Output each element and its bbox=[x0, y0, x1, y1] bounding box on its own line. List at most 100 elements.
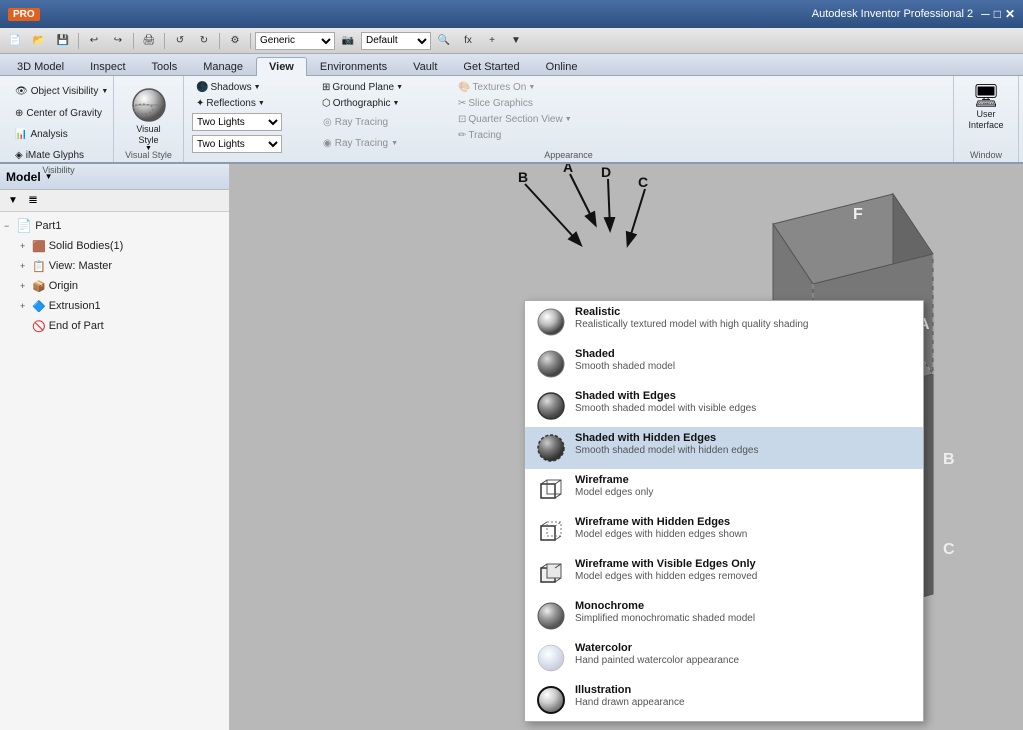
tree-item-solidbodies[interactable]: + 🟫 Solid Bodies(1) bbox=[0, 236, 229, 256]
menu-item-watercolor[interactable]: WatercolorHand painted watercolor appear… bbox=[525, 637, 923, 679]
svg-text:C: C bbox=[943, 541, 955, 558]
qa-redo2-button[interactable]: ↻ bbox=[193, 31, 215, 51]
reflections-dd-icon: ▼ bbox=[258, 100, 265, 107]
menu-title-monochrome: Monochrome bbox=[575, 600, 755, 612]
new-button[interactable]: 📄 bbox=[4, 31, 26, 51]
textures-on-button[interactable]: 🎨 Textures On ▼ bbox=[454, 80, 614, 95]
visual-style-button[interactable]: Visual Style ▼ bbox=[125, 83, 173, 156]
ground-plane-button[interactable]: ⊞ Ground Plane ▼ bbox=[318, 80, 448, 95]
settings-button[interactable]: ⚙ bbox=[224, 31, 246, 51]
menu-icon-monochrome bbox=[535, 600, 567, 632]
tab-manage[interactable]: Manage bbox=[190, 57, 256, 76]
close-btn[interactable]: ✕ bbox=[1005, 7, 1015, 21]
menu-desc-wireframe-hidden: Model edges with hidden edges shown bbox=[575, 529, 747, 540]
menu-title-watercolor: Watercolor bbox=[575, 642, 739, 654]
menu-desc-shaded-edges: Smooth shaded model with visible edges bbox=[575, 403, 756, 414]
orthographic-button[interactable]: ⬡ Orthographic ▼ bbox=[318, 96, 448, 111]
generic-dropdown[interactable]: Generic bbox=[255, 32, 335, 50]
expand-part1[interactable]: − bbox=[4, 221, 16, 231]
tab-3dmodel[interactable]: 3D Model bbox=[4, 57, 77, 76]
qa-undo2-button[interactable]: ↺ bbox=[169, 31, 191, 51]
user-interface-group: 🖥 User Interface Window bbox=[954, 76, 1019, 162]
menu-desc-watercolor: Hand painted watercolor appearance bbox=[575, 655, 739, 666]
filter-button[interactable]: ▼ bbox=[4, 192, 22, 210]
arrow-button[interactable]: ▼ bbox=[505, 31, 527, 51]
imate-glyphs-button[interactable]: ◈ iMate Glyphs bbox=[10, 145, 113, 165]
plus-button[interactable]: + bbox=[481, 31, 503, 51]
menu-item-wireframe-hidden[interactable]: Wireframe with Hidden EdgesModel edges w… bbox=[525, 511, 923, 553]
expand-origin[interactable]: + bbox=[20, 281, 32, 291]
menu-title-realistic: Realistic bbox=[575, 306, 808, 318]
default-dropdown[interactable]: Default bbox=[361, 32, 431, 50]
expand-solidbodies[interactable]: + bbox=[20, 241, 32, 251]
tab-tools[interactable]: Tools bbox=[139, 57, 191, 76]
visual-style-icon bbox=[129, 86, 169, 124]
shadows-button[interactable]: 🌑 Shadows ▼ bbox=[192, 80, 312, 95]
minimize-btn[interactable]: ─ bbox=[981, 7, 990, 21]
object-visibility-button[interactable]: 👁 Object Visibility ▼ bbox=[10, 80, 113, 102]
viewmaster-icon: 📋 bbox=[32, 260, 46, 273]
menu-item-wireframe[interactable]: WireframeModel edges only bbox=[525, 469, 923, 511]
center-of-gravity-button[interactable]: ⊕ Center of Gravity bbox=[10, 103, 113, 123]
ray-tracing1-button[interactable]: ◎ Ray Tracing bbox=[318, 112, 448, 132]
pro-badge: PRO bbox=[8, 8, 40, 21]
undo-button[interactable]: ↩ bbox=[83, 31, 105, 51]
menu-item-wireframe-visible[interactable]: Wireframe with Visible Edges OnlyModel e… bbox=[525, 553, 923, 595]
analysis-button[interactable]: 📊 Analysis bbox=[10, 124, 113, 144]
cog-icon: ⊕ bbox=[15, 108, 23, 119]
menu-item-shaded-edges[interactable]: Shaded with EdgesSmooth shaded model wit… bbox=[525, 385, 923, 427]
tab-view[interactable]: View bbox=[256, 57, 307, 76]
lights1-row: Two Lights bbox=[192, 112, 312, 132]
expand-viewmaster[interactable]: + bbox=[20, 261, 32, 271]
user-interface-button[interactable]: 🖥 User Interface bbox=[962, 80, 1010, 134]
menu-icon-shaded bbox=[535, 348, 567, 380]
quarter-section-button[interactable]: ⊡ Quarter Section View ▼ bbox=[454, 112, 614, 127]
menu-item-shaded[interactable]: ShadedSmooth shaded model bbox=[525, 343, 923, 385]
lights1-dropdown[interactable]: Two Lights bbox=[192, 113, 282, 131]
tab-getstarted[interactable]: Get Started bbox=[450, 57, 532, 76]
menu-title-shaded: Shaded bbox=[575, 348, 675, 360]
svg-text:F: F bbox=[853, 206, 863, 223]
quick-access-toolbar: 📄 📂 💾 ↩ ↪ 🖨 ↺ ↻ ⚙ Generic 📷 Default 🔍 fx… bbox=[0, 28, 1023, 54]
tab-vault[interactable]: Vault bbox=[400, 57, 450, 76]
zoom-button[interactable]: 🔍 bbox=[433, 31, 455, 51]
camera-icon[interactable]: 📷 bbox=[337, 31, 359, 51]
sidebar: Model ▼ ▼ 𝌆 − 📄 Part1 + 🟫 Solid Bodies(1… bbox=[0, 164, 230, 730]
visual-style-group: Visual Style ▼ Visual Style bbox=[114, 76, 184, 162]
reflections-button[interactable]: ✦ Reflections ▼ bbox=[192, 96, 312, 111]
expand-extrusion1[interactable]: + bbox=[20, 301, 32, 311]
tab-inspect[interactable]: Inspect bbox=[77, 57, 138, 76]
sidebar-toolbar: ▼ 𝌆 bbox=[0, 190, 229, 212]
tracing-button[interactable]: ✏ Tracing bbox=[454, 128, 614, 143]
menu-title-wireframe-hidden: Wireframe with Hidden Edges bbox=[575, 516, 747, 528]
tree-item-extrusion1[interactable]: + 🔷 Extrusion1 bbox=[0, 296, 229, 316]
eye-icon: 👁 bbox=[15, 86, 28, 97]
tree-item-origin[interactable]: + 📦 Origin bbox=[0, 276, 229, 296]
redo-button[interactable]: ↪ bbox=[107, 31, 129, 51]
menu-icon-shaded-edges bbox=[535, 390, 567, 422]
menu-item-shaded-hidden-edges[interactable]: Shaded with Hidden EdgesSmooth shaded mo… bbox=[525, 427, 923, 469]
tab-online[interactable]: Online bbox=[533, 57, 591, 76]
tree-view-button[interactable]: 𝌆 bbox=[24, 192, 42, 210]
imate-icon: ◈ bbox=[15, 150, 23, 161]
slice-graphics-button[interactable]: ✂ Slice Graphics bbox=[454, 96, 614, 111]
separator-2 bbox=[133, 33, 134, 49]
svg-text:B: B bbox=[943, 451, 955, 468]
tab-environments[interactable]: Environments bbox=[307, 57, 400, 76]
separator-1 bbox=[78, 33, 79, 49]
tree-item-viewmaster[interactable]: + 📋 View: Master bbox=[0, 256, 229, 276]
open-button[interactable]: 📂 bbox=[28, 31, 50, 51]
menu-item-illustration[interactable]: IllustrationHand drawn appearance bbox=[525, 679, 923, 721]
menu-item-realistic[interactable]: RealisticRealistically textured model wi… bbox=[525, 301, 923, 343]
tree-item-part1[interactable]: − 📄 Part1 bbox=[0, 216, 229, 236]
formula-button[interactable]: fx bbox=[457, 31, 479, 51]
menu-item-monochrome[interactable]: MonochromeSimplified monochromatic shade… bbox=[525, 595, 923, 637]
menu-icon-shaded-hidden-edges bbox=[535, 432, 567, 464]
menu-desc-monochrome: Simplified monochromatic shaded model bbox=[575, 613, 755, 624]
tree-item-endofpart[interactable]: 🚫 End of Part bbox=[0, 316, 229, 336]
save-button[interactable]: 💾 bbox=[52, 31, 74, 51]
maximize-btn[interactable]: □ bbox=[994, 7, 1001, 21]
print-button[interactable]: 🖨 bbox=[138, 31, 160, 51]
menu-desc-wireframe: Model edges only bbox=[575, 487, 653, 498]
lights-col: 🌑 Shadows ▼ ✦ Reflections ▼ Two Lights bbox=[192, 80, 312, 155]
